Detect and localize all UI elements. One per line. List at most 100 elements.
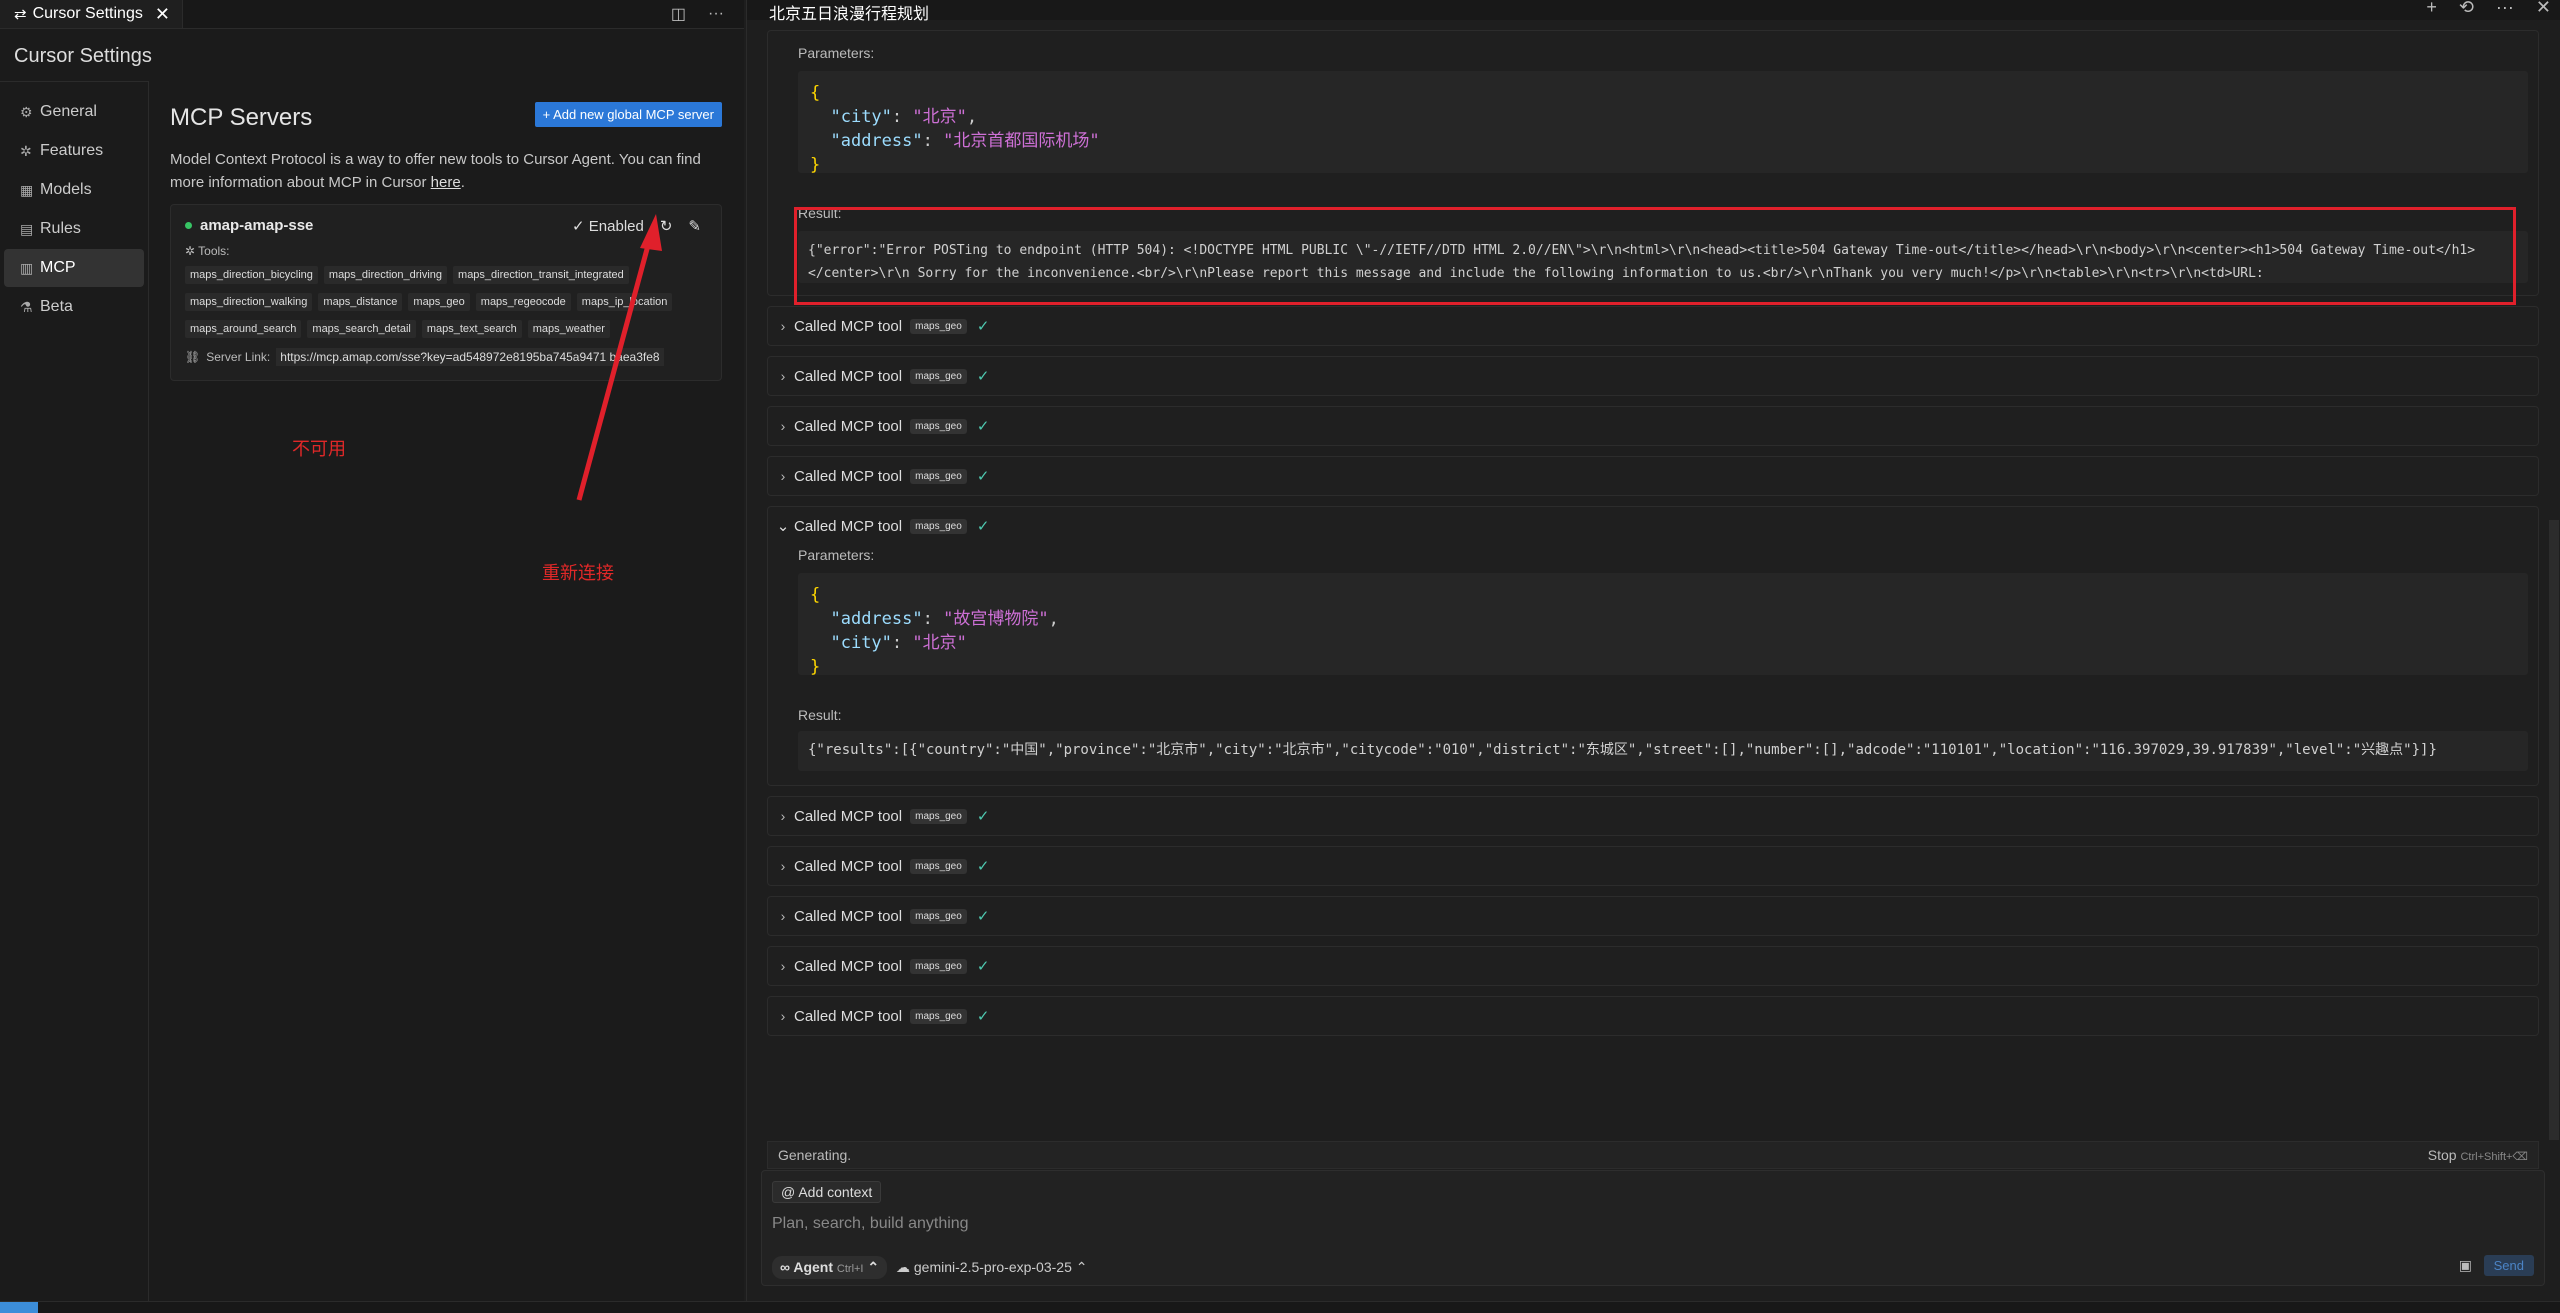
tool-call-row[interactable]: › Called MCP tool maps_geo ✓ xyxy=(767,456,2539,496)
agent-mode-selector[interactable]: ∞ Agent Ctrl+I ⌃ xyxy=(772,1256,888,1279)
chat-input[interactable]: Plan, search, build anything xyxy=(772,1215,969,1233)
tool-call-row[interactable]: › Called MCP tool maps_geo ✓ xyxy=(767,406,2539,446)
mcp-description: Model Context Protocol is a way to offer… xyxy=(170,148,722,194)
tool-chip: maps_distance xyxy=(318,293,403,311)
sidebar-item-label: General xyxy=(40,103,97,120)
tool-call-row[interactable]: › Called MCP tool maps_geo ✓ xyxy=(767,896,2539,936)
image-icon[interactable]: ▣ xyxy=(2459,1257,2472,1274)
flask-icon: ⚗ xyxy=(20,298,33,315)
check-icon: ✓ xyxy=(976,908,990,925)
tool-badge: maps_geo xyxy=(910,518,967,534)
tool-badge: maps_geo xyxy=(910,858,967,874)
check-icon: ✓ xyxy=(976,1008,990,1025)
call-label: Called MCP tool xyxy=(794,367,903,385)
sidebar-item-label: Models xyxy=(40,181,92,198)
annotation-unavailable: 不可用 xyxy=(292,439,346,459)
more-actions-icon[interactable]: ··· xyxy=(708,5,724,23)
close-icon[interactable]: ✕ xyxy=(155,4,170,25)
check-icon: ✓ xyxy=(976,418,990,435)
add-context-label: Add context xyxy=(798,1184,873,1200)
tool-chip: maps_direction_driving xyxy=(323,266,448,284)
tool-badge: maps_geo xyxy=(910,808,967,824)
generating-status: Generating. xyxy=(778,1147,852,1163)
add-mcp-server-button[interactable]: + Add new global MCP server xyxy=(534,102,722,127)
stop-button[interactable]: Stop Ctrl+Shift+⌫ xyxy=(2428,1147,2528,1163)
tool-call-row[interactable]: ⌄ Called MCP tool maps_geo ✓ xyxy=(768,507,990,545)
send-button[interactable]: Send xyxy=(2483,1255,2534,1276)
error-highlight-box xyxy=(794,207,2516,305)
tools-label-text: Tools: xyxy=(198,244,230,258)
tab-cursor-settings[interactable]: ⇄ Cursor Settings ✕ xyxy=(0,0,183,28)
tool-chip: maps_direction_walking xyxy=(185,293,313,311)
chevron-right-icon: › xyxy=(780,808,786,824)
tool-badge: maps_geo xyxy=(910,1008,967,1024)
call-label: Called MCP tool xyxy=(794,857,903,875)
chat-composer: @ Add context Plan, search, build anythi… xyxy=(761,1170,2545,1286)
check-icon: ✓ xyxy=(976,518,990,535)
tool-chip: maps_geo xyxy=(408,293,470,311)
param-key: "address" xyxy=(830,609,923,629)
tool-call-row[interactable]: › Called MCP tool maps_geo ✓ xyxy=(767,846,2539,886)
agent-shortcut: Ctrl+I xyxy=(836,1263,864,1275)
sidebar-item-beta[interactable]: ⚗ Beta xyxy=(4,288,144,326)
mcp-server-card: amap-amap-sse ✓ Enabled ↻ ✎ ✲ Tools: map… xyxy=(170,204,722,381)
edit-icon[interactable]: ✎ xyxy=(688,217,701,235)
tool-call-row[interactable]: › Called MCP tool maps_geo ✓ xyxy=(767,996,2539,1036)
stop-shortcut: Ctrl+Shift+⌫ xyxy=(2460,1151,2528,1163)
agent-label: ∞ Agent xyxy=(780,1259,834,1275)
settings-title: Cursor Settings xyxy=(14,45,152,67)
sidebar-item-mcp[interactable]: ▥ MCP xyxy=(4,249,144,287)
model-label: gemini-2.5-pro-exp-03-25 xyxy=(913,1259,1072,1275)
sidebar-item-general[interactable]: ⚙ General xyxy=(4,93,144,131)
at-icon: @ xyxy=(781,1184,799,1200)
tool-badge: maps_geo xyxy=(910,468,967,484)
history-icon[interactable]: ⟲ xyxy=(2459,0,2474,18)
server-url[interactable]: https://mcp.amap.com/sse?key=ad548972e81… xyxy=(276,348,664,366)
chevron-right-icon: › xyxy=(780,858,786,874)
sidebar-item-features[interactable]: ✲ Features xyxy=(4,132,144,170)
split-editor-icon[interactable]: ◫ xyxy=(671,4,686,24)
tool-chip: maps_search_detail xyxy=(307,320,416,338)
add-context-button[interactable]: @ Add context xyxy=(772,1181,882,1203)
tool-badge: maps_geo xyxy=(910,958,967,974)
scrollbar[interactable] xyxy=(2549,520,2559,1140)
chevron-right-icon: › xyxy=(780,958,786,974)
refresh-icon[interactable]: ↻ xyxy=(660,217,673,235)
here-link[interactable]: here xyxy=(431,174,461,191)
link-icon: ⛓ xyxy=(185,350,201,364)
call-label: Called MCP tool xyxy=(794,467,903,485)
check-icon: ✓ xyxy=(976,468,990,485)
remote-icon[interactable] xyxy=(0,1302,38,1313)
settings-sidebar: ⚙ General ✲ Features ▦ Models ▤ Rules ▥ MCP ⚗… xyxy=(0,81,149,1302)
stop-label: Stop xyxy=(2427,1147,2457,1163)
new-chat-icon[interactable]: + xyxy=(2426,0,2437,18)
close-icon[interactable]: ✕ xyxy=(2536,0,2551,18)
sidebar-item-label: MCP xyxy=(40,259,76,276)
tool-call-block-expanded: ⌄ Called MCP tool maps_geo ✓ Parameters: { … xyxy=(767,506,2539,786)
more-actions-icon[interactable]: ··· xyxy=(2496,0,2514,18)
server-name: amap-amap-sse xyxy=(200,217,314,234)
param-key: "city" xyxy=(830,633,892,653)
tool-call-row[interactable]: › Called MCP tool maps_geo ✓ xyxy=(767,946,2539,986)
param-key: "address" xyxy=(830,131,923,151)
tool-chip: maps_text_search xyxy=(421,320,522,338)
parameters-code: { "address": "故宫博物院", "city": "北京" } xyxy=(798,573,2528,677)
check-icon: ✓ xyxy=(976,808,990,825)
tool-chip: maps_direction_transit_integrated xyxy=(453,266,629,284)
tool-call-row[interactable]: › Called MCP tool maps_geo ✓ xyxy=(767,306,2539,346)
model-selector[interactable]: ☁ gemini-2.5-pro-exp-03-25 ⌃ xyxy=(896,1259,1087,1276)
tool-call-row[interactable]: › Called MCP tool maps_geo ✓ xyxy=(767,356,2539,396)
models-icon: ▦ xyxy=(20,181,34,198)
enabled-toggle[interactable]: ✓ Enabled xyxy=(572,217,644,235)
tool-call-row[interactable]: › Called MCP tool maps_geo ✓ xyxy=(767,796,2539,836)
param-value: "北京" xyxy=(912,633,967,653)
features-icon: ✲ xyxy=(20,142,32,159)
annotation-reconnect: 重新连接 xyxy=(542,563,614,583)
sidebar-item-rules[interactable]: ▤ Rules xyxy=(4,210,144,248)
call-label: Called MCP tool xyxy=(794,1007,903,1025)
tool-chip: maps_weather xyxy=(527,320,610,338)
chevron-right-icon: › xyxy=(780,1008,786,1024)
tools-label: ✲ Tools: xyxy=(185,244,707,258)
result-code: {"results":[{"country":"中国","province":"… xyxy=(798,731,2528,771)
sidebar-item-models[interactable]: ▦ Models xyxy=(4,171,144,209)
